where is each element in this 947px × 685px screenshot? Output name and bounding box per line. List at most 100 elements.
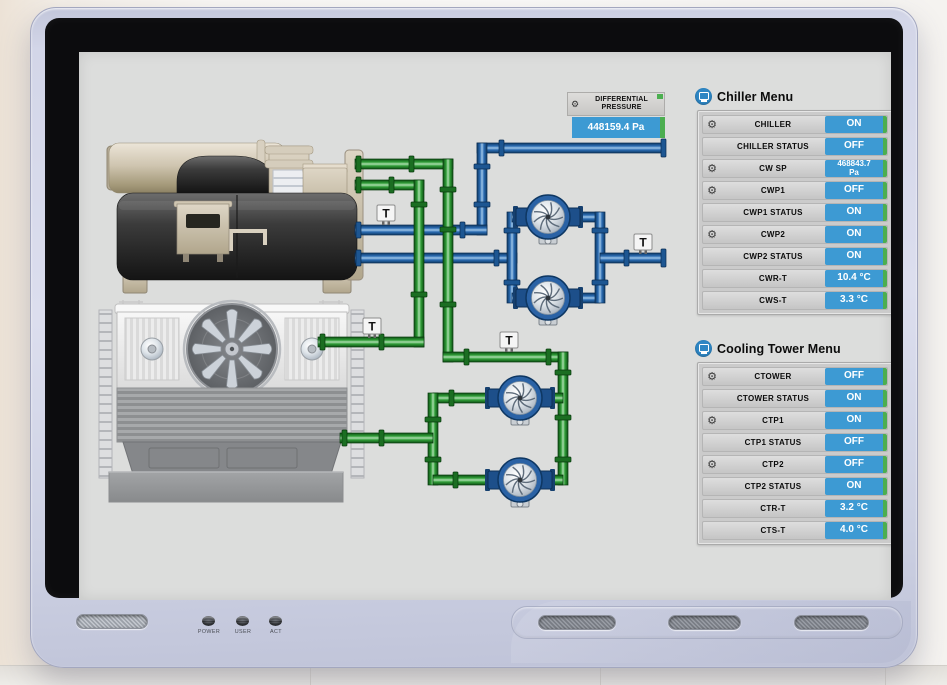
row-label: CTOWER xyxy=(721,368,825,385)
chiller-menu-header: Chiller Menu xyxy=(695,88,793,105)
ctp2-value-button[interactable]: OFF xyxy=(825,456,887,473)
menu-row: CWP2 STATUSON xyxy=(702,247,888,266)
tower-ladder-left xyxy=(99,310,112,478)
menu-row: CWP1 STATUSON xyxy=(702,203,888,222)
gear-spacer xyxy=(703,478,721,495)
chiller-menu-panel: ⚙CHILLERONCHILLER STATUSOFF⚙CW SP468843.… xyxy=(697,110,891,315)
table-seam xyxy=(310,666,311,685)
cts-t-value-button[interactable]: 4.0 °C xyxy=(825,522,887,539)
chiller-value-button[interactable]: ON xyxy=(825,116,887,133)
cooling-tower-menu-header: Cooling Tower Menu xyxy=(695,340,841,357)
chiller-menu-title: Chiller Menu xyxy=(717,90,793,104)
tower-concrete-base xyxy=(109,472,343,502)
gear-icon[interactable]: ⚙ xyxy=(703,412,721,429)
row-label: CWP1 STATUS xyxy=(721,204,825,221)
speaker-grille xyxy=(794,615,869,630)
act-led-label: ACT xyxy=(256,629,296,634)
menu-row: ⚙CTP2OFF xyxy=(702,455,888,474)
cooling-tower-pump-1 xyxy=(485,376,555,425)
gear-spacer xyxy=(703,522,721,539)
cw-sp-value-button[interactable]: 468843.7 Pa xyxy=(825,160,887,177)
temperature-sensor-cts: T xyxy=(500,332,518,352)
menu-row: ⚙CTP1ON xyxy=(702,411,888,430)
menu-row: CTOWER STATUSON xyxy=(702,389,888,408)
chiller-display-slot xyxy=(186,214,220,228)
ctr-t-value-button[interactable]: 3.2 °C xyxy=(825,500,887,517)
row-label: CTS-T xyxy=(721,522,825,539)
row-label: CTP1 STATUS xyxy=(721,434,825,451)
gear-spacer xyxy=(703,270,721,287)
chilled-water-pump-1 xyxy=(513,195,583,244)
workstation-icon xyxy=(695,88,712,105)
table-seam xyxy=(600,666,601,685)
row-label: CHILLER xyxy=(721,116,825,133)
ctower-value-button[interactable]: OFF xyxy=(825,368,887,385)
dp-header: ⚙ DIFFERENTIAL PRESSURE xyxy=(567,92,665,116)
gear-icon[interactable]: ⚙ xyxy=(703,226,721,243)
menu-row: CTS-T4.0 °C xyxy=(702,521,888,540)
act-led xyxy=(269,616,282,626)
row-label: CWR-T xyxy=(721,270,825,287)
row-label: CWP1 xyxy=(721,182,825,199)
chiller-control-box xyxy=(177,204,229,254)
table-surface xyxy=(0,665,947,685)
menu-row: ⚙CW SP468843.7 Pa xyxy=(702,159,888,178)
row-label: CTP1 xyxy=(721,412,825,429)
screen-frame: T T T T xyxy=(45,18,903,598)
ctp1-status-value-button[interactable]: OFF xyxy=(825,434,887,451)
gear-spacer xyxy=(703,500,721,517)
menu-row: CWS-T3.3 °C xyxy=(702,291,888,310)
tower-ladder-right xyxy=(351,310,364,478)
tower-basin xyxy=(123,442,341,474)
dp-status-indicator xyxy=(657,94,663,99)
cwp1-status-value-button[interactable]: ON xyxy=(825,204,887,221)
row-label: CTR-T xyxy=(721,500,825,517)
gear-icon[interactable]: ⚙ xyxy=(703,160,721,177)
gear-icon[interactable]: ⚙ xyxy=(703,456,721,473)
dp-value: 448159.4 Pa xyxy=(572,117,665,138)
tower-fan xyxy=(184,301,280,397)
gear-spacer xyxy=(703,248,721,265)
cooling-tower-menu-panel: ⚙CTOWEROFFCTOWER STATUSON⚙CTP1ONCTP1 STA… xyxy=(697,362,891,545)
temperature-sensor-cws: T xyxy=(377,205,395,225)
ctp2-status-value-button[interactable]: ON xyxy=(825,478,887,495)
menu-row: CTP1 STATUSOFF xyxy=(702,433,888,452)
gear-spacer xyxy=(703,390,721,407)
gear-icon[interactable]: ⚙ xyxy=(703,368,721,385)
gear-icon[interactable]: ⚙ xyxy=(571,100,579,109)
cwp2-value-button[interactable]: ON xyxy=(825,226,887,243)
gear-spacer xyxy=(703,434,721,451)
ctower-status-value-button[interactable]: ON xyxy=(825,390,887,407)
gear-icon[interactable]: ⚙ xyxy=(703,182,721,199)
power-led xyxy=(202,616,215,626)
ctp1-value-button[interactable]: ON xyxy=(825,412,887,429)
chiller-status-value-button[interactable]: OFF xyxy=(825,138,887,155)
table-seam xyxy=(885,666,886,685)
temperature-sensor-cwr: T xyxy=(634,234,652,254)
menu-row: ⚙CWP2ON xyxy=(702,225,888,244)
row-label: CWP2 STATUS xyxy=(721,248,825,265)
menu-row: ⚙CWP1OFF xyxy=(702,181,888,200)
speaker-grille xyxy=(538,615,616,630)
menu-row: CTP2 STATUSON xyxy=(702,477,888,496)
chiller-unit xyxy=(107,140,363,293)
speaker-grille xyxy=(668,615,741,630)
temperature-sensor-ctr: T xyxy=(363,318,381,338)
cws-t-value-button[interactable]: 3.3 °C xyxy=(825,292,887,309)
cwr-t-value-button[interactable]: 10.4 °C xyxy=(825,270,887,287)
row-label: CHILLER STATUS xyxy=(721,138,825,155)
cwp1-value-button[interactable]: OFF xyxy=(825,182,887,199)
menu-row: ⚙CHILLERON xyxy=(702,115,888,134)
cooling-tower-pump-2 xyxy=(485,458,555,507)
menu-row: CTR-T3.2 °C xyxy=(702,499,888,518)
panel-pc-monitor: T T T T xyxy=(30,7,918,668)
cwp2-status-value-button[interactable]: ON xyxy=(825,248,887,265)
gear-spacer xyxy=(703,138,721,155)
menu-row: CHILLER STATUSOFF xyxy=(702,137,888,156)
tower-louvers xyxy=(117,388,347,442)
gear-spacer xyxy=(703,292,721,309)
menu-row: ⚙CTOWEROFF xyxy=(702,367,888,386)
user-led xyxy=(236,616,249,626)
scene: T T T T xyxy=(0,0,947,685)
gear-icon[interactable]: ⚙ xyxy=(703,116,721,133)
